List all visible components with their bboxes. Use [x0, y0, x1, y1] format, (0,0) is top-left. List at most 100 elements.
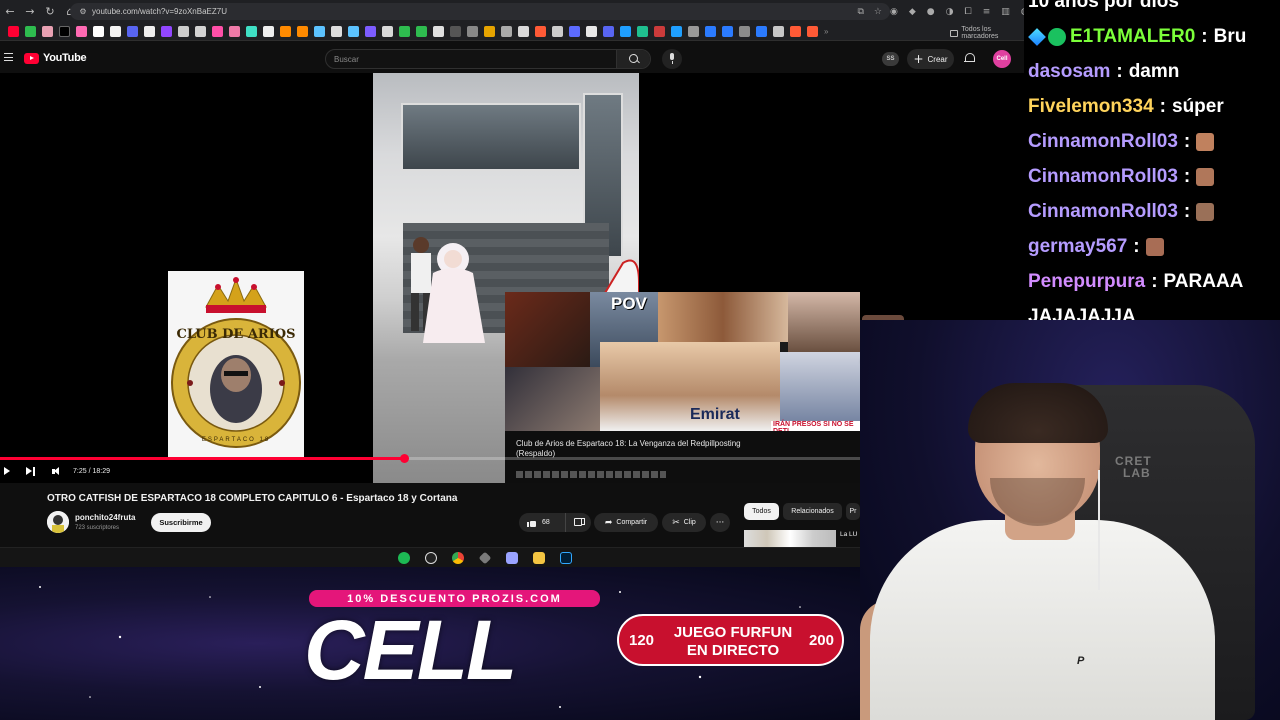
- bookmark-icon[interactable]: [399, 26, 410, 37]
- bookmark-icon[interactable]: [161, 26, 172, 37]
- bookmark-icon[interactable]: [144, 26, 155, 37]
- bookmark-icon[interactable]: [467, 26, 478, 37]
- bookmark-icon[interactable]: [450, 26, 461, 37]
- bookmark-icon[interactable]: [59, 26, 70, 37]
- bookmark-icon[interactable]: [790, 26, 801, 37]
- bookmark-icon[interactable]: [246, 26, 257, 37]
- bookmark-icon[interactable]: [756, 26, 767, 37]
- like-button[interactable]: 68: [519, 513, 563, 532]
- chat-username[interactable]: Fivelemon334: [1028, 96, 1154, 118]
- bookmark-icon[interactable]: [484, 26, 495, 37]
- app-icon[interactable]: [478, 551, 492, 565]
- channel-avatar[interactable]: [47, 511, 69, 533]
- recommended-video-title[interactable]: La LU: [840, 531, 857, 538]
- split-view-icon[interactable]: ▥: [1001, 7, 1010, 17]
- bookmark-icon[interactable]: [552, 26, 563, 37]
- extensions-puzzle-icon[interactable]: ⧠: [965, 7, 972, 17]
- progress-scrubber[interactable]: [399, 454, 409, 463]
- play-icon[interactable]: [4, 467, 10, 475]
- bookmark-icon[interactable]: [807, 26, 818, 37]
- bookmark-icon[interactable]: [382, 26, 393, 37]
- volume-icon[interactable]: [52, 466, 62, 476]
- site-info-icon[interactable]: ⚙: [78, 3, 88, 20]
- bookmark-icon[interactable]: [501, 26, 512, 37]
- bookmarks-folder[interactable]: Todos los marcadores: [950, 26, 1024, 40]
- recommended-video-thumbnail[interactable]: [744, 530, 836, 548]
- bookmark-icon[interactable]: [705, 26, 716, 37]
- extension-icon[interactable]: ◆: [909, 7, 916, 17]
- bookmark-icon[interactable]: [263, 26, 274, 37]
- bookmarks-overflow-icon[interactable]: »: [824, 27, 834, 36]
- chat-username[interactable]: dasosam: [1028, 61, 1110, 83]
- more-actions-button[interactable]: ···: [710, 513, 730, 532]
- bookmark-icon[interactable]: [620, 26, 631, 37]
- share-button[interactable]: ➦ Compartir: [594, 513, 658, 532]
- chip-related[interactable]: Relacionados: [783, 503, 842, 520]
- bookmark-icon[interactable]: [688, 26, 699, 37]
- bookmark-star-icon[interactable]: ☆: [874, 7, 882, 17]
- notifications-bell-icon[interactable]: [964, 53, 975, 64]
- chip-partial[interactable]: Pr: [846, 503, 860, 520]
- microphone-icon[interactable]: [662, 49, 682, 69]
- obs-icon[interactable]: [425, 552, 437, 564]
- bookmark-icon[interactable]: [637, 26, 648, 37]
- bookmark-icon[interactable]: [569, 26, 580, 37]
- search-icon[interactable]: [616, 50, 650, 68]
- chat-username[interactable]: CinnamonRoll03: [1028, 131, 1178, 153]
- bookmark-icon[interactable]: [671, 26, 682, 37]
- back-icon[interactable]: ←: [0, 0, 20, 23]
- forward-icon[interactable]: →: [20, 0, 40, 23]
- bookmark-icon[interactable]: [76, 26, 87, 37]
- youtube-logo[interactable]: YouTube: [24, 52, 87, 64]
- hamburger-menu-icon[interactable]: [4, 53, 13, 61]
- url-field[interactable]: ⚙ youtube.com/watch?v=9zoXnBaEZ7U ⧉ ☆: [70, 3, 890, 20]
- bookmark-icon[interactable]: [365, 26, 376, 37]
- account-avatar[interactable]: Cell: [993, 50, 1011, 68]
- discord-icon[interactable]: [506, 552, 518, 564]
- spotify-icon[interactable]: [398, 552, 410, 564]
- bookmark-icon[interactable]: [739, 26, 750, 37]
- bookmark-icon[interactable]: [212, 26, 223, 37]
- reload-icon[interactable]: ↻: [40, 0, 60, 23]
- bookmark-icon[interactable]: [178, 26, 189, 37]
- bookmark-icon[interactable]: [195, 26, 206, 37]
- extension-icon[interactable]: ◑: [946, 7, 954, 17]
- chip-all[interactable]: Todos: [744, 503, 779, 520]
- bookmark-icon[interactable]: [654, 26, 665, 37]
- bookmark-icon[interactable]: [331, 26, 342, 37]
- photoshop-icon[interactable]: [560, 552, 572, 564]
- subscribe-button[interactable]: Suscribirme: [151, 513, 211, 532]
- bookmark-icon[interactable]: [8, 26, 19, 37]
- file-explorer-icon[interactable]: [533, 552, 545, 564]
- bookmark-icon[interactable]: [110, 26, 121, 37]
- chat-username[interactable]: CinnamonRoll03: [1028, 166, 1178, 188]
- install-app-icon[interactable]: ⧉: [857, 7, 863, 17]
- bookmark-icon[interactable]: [518, 26, 529, 37]
- bookmark-icon[interactable]: [314, 26, 325, 37]
- chrome-icon[interactable]: [452, 552, 464, 564]
- bookmark-icon[interactable]: [433, 26, 444, 37]
- bookmark-icon[interactable]: [280, 26, 291, 37]
- extension-icon[interactable]: ●: [927, 7, 935, 17]
- chat-username[interactable]: Penepurpura: [1028, 271, 1145, 293]
- extension-icon[interactable]: ◉: [890, 7, 898, 17]
- chat-username[interactable]: CinnamonRoll03: [1028, 201, 1178, 223]
- create-button[interactable]: + Crear: [907, 49, 954, 69]
- bookmark-icon[interactable]: [297, 26, 308, 37]
- bookmark-icon[interactable]: [25, 26, 36, 37]
- next-video-icon[interactable]: [26, 466, 35, 476]
- search-input[interactable]: [334, 52, 614, 67]
- clip-button[interactable]: ✂ Clip: [662, 513, 706, 532]
- chat-username[interactable]: germay567: [1028, 236, 1127, 258]
- chat-username[interactable]: E1TAMALER0: [1070, 26, 1195, 48]
- bookmark-icon[interactable]: [416, 26, 427, 37]
- bookmark-icon[interactable]: [722, 26, 733, 37]
- progress-bar[interactable]: [0, 454, 860, 463]
- bookmark-icon[interactable]: [348, 26, 359, 37]
- bookmark-icon[interactable]: [535, 26, 546, 37]
- bookmark-icon[interactable]: [773, 26, 784, 37]
- media-control-icon[interactable]: ≡: [983, 7, 991, 17]
- bookmark-icon[interactable]: [603, 26, 614, 37]
- channel-name[interactable]: ponchito24fruta: [75, 513, 135, 522]
- bookmark-icon[interactable]: [42, 26, 53, 37]
